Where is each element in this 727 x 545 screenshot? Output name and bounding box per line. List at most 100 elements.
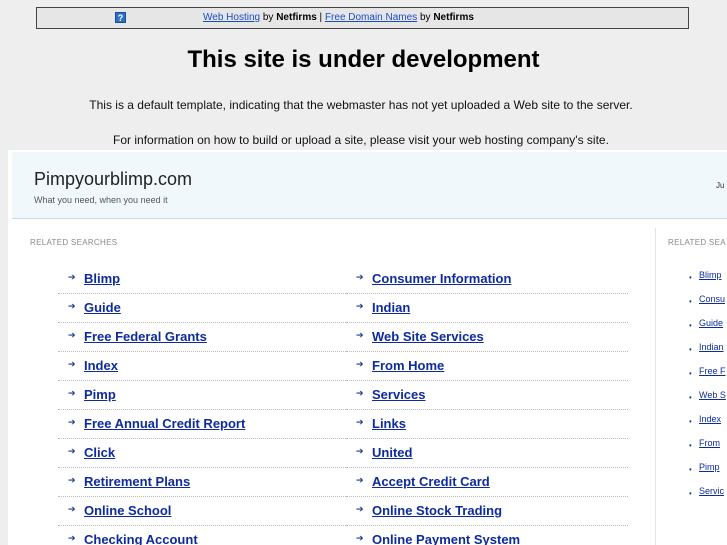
sidebar-search-link[interactable]: Free F [699,366,726,376]
related-search-item[interactable]: ➔ Retirement Plans [58,469,346,497]
related-search-item[interactable]: ➔ Guide [58,295,346,323]
sidebar-search-item[interactable]: • Web S [689,390,727,414]
bullet-icon: • [689,369,692,378]
related-searches-label-right: RELATED SEA [668,238,726,247]
related-search-link[interactable]: Services [372,387,426,402]
sidebar-search-link[interactable]: Guide [699,318,723,328]
notice-line-1: This is a default template, indicating t… [89,98,633,112]
sidebar-search-link[interactable]: From [699,438,720,448]
arrow-right-icon: ➔ [68,533,76,543]
bullet-icon: • [689,441,692,450]
bullet-icon: • [689,393,692,402]
sidebar-search-item[interactable]: • Blimp [689,270,727,294]
arrow-right-icon: ➔ [68,446,76,456]
arrow-right-icon: ➔ [68,504,76,514]
arrow-right-icon: ➔ [356,272,364,282]
related-search-item[interactable]: ➔ Checking Account [58,527,346,545]
arrow-right-icon: ➔ [356,446,364,456]
arrow-right-icon: ➔ [68,330,76,340]
related-search-link[interactable]: Indian [372,300,410,315]
bullet-icon: • [689,465,692,474]
related-search-item[interactable]: ➔ Indian [346,295,628,323]
related-search-item[interactable]: ➔ Links [346,411,628,439]
hosting-banner: ? Web Hosting by Netfirms | Free Domain … [36,7,689,29]
sidebar-search-item[interactable]: • From [689,438,727,462]
related-list-sidebar: • Blimp • Consu • Guide • Indian • Free F • Web S • I… [689,270,727,510]
sidebar-search-item[interactable]: • Pimp [689,462,727,486]
related-search-link[interactable]: Online Payment System [372,532,520,545]
sidebar-search-link[interactable]: Blimp [699,270,722,280]
bullet-icon: • [689,321,692,330]
related-search-item[interactable]: ➔ Online Stock Trading [346,498,628,526]
related-search-link[interactable]: From Home [372,358,444,373]
related-search-item[interactable]: ➔ Index [58,353,346,381]
related-search-item[interactable]: ➔ Pimp [58,382,346,410]
arrow-right-icon: ➔ [68,359,76,369]
related-search-item[interactable]: ➔ Online School [58,498,346,526]
related-search-link[interactable]: Click [84,445,115,460]
related-search-link[interactable]: Accept Credit Card [372,474,490,489]
related-search-link[interactable]: Pimp [84,387,116,402]
banner-brand-2: Netfirms [433,12,474,23]
related-search-item[interactable]: ➔ Accept Credit Card [346,469,628,497]
site-tagline: What you need, when you need it [34,195,168,205]
site-title[interactable]: Pimpyourblimp.com [34,169,192,190]
sidebar-search-link[interactable]: Pimp [699,462,720,472]
banner-by-1: by [260,12,277,23]
arrow-right-icon: ➔ [356,388,364,398]
bullet-icon: • [689,345,692,354]
related-search-item[interactable]: ➔ Consumer Information [346,266,628,294]
related-search-item[interactable]: ➔ Services [346,382,628,410]
column-divider [655,228,656,545]
arrow-right-icon: ➔ [356,533,364,543]
related-search-item[interactable]: ➔ Blimp [58,266,346,294]
free-domain-names-link[interactable]: Free Domain Names [325,12,417,23]
related-search-link[interactable]: Free Federal Grants [84,329,207,344]
sidebar-search-link[interactable]: Web S [699,390,726,400]
sidebar-search-item[interactable]: • Consu [689,294,727,318]
related-search-item[interactable]: ➔ From Home [346,353,628,381]
notice-line-2: For information on how to build or uploa… [113,133,609,147]
sidebar-search-item[interactable]: • Indian [689,342,727,366]
related-search-link[interactable]: Consumer Information [372,271,511,286]
related-search-link[interactable]: Online School [84,503,171,518]
page-heading: This site is under development [187,46,540,73]
arrow-right-icon: ➔ [356,417,364,427]
banner-brand-1: Netfirms [276,12,317,23]
related-search-item[interactable]: ➔ Free Federal Grants [58,324,346,352]
bullet-icon: • [689,273,692,282]
sidebar-search-item[interactable]: • Index [689,414,727,438]
related-search-item[interactable]: ➔ Web Site Services [346,324,628,352]
sidebar-search-item[interactable]: • Free F [689,366,727,390]
related-search-item[interactable]: ➔ Click [58,440,346,468]
related-search-item[interactable]: ➔ Free Annual Credit Report [58,411,346,439]
sidebar-search-link[interactable]: Servic [699,486,724,496]
web-hosting-link[interactable]: Web Hosting [203,12,260,23]
related-search-link[interactable]: Online Stock Trading [372,503,502,518]
sidebar-search-link[interactable]: Index [699,414,721,424]
arrow-right-icon: ➔ [68,388,76,398]
sidebar-search-link[interactable]: Indian [699,342,724,352]
question-icon[interactable]: ? [115,12,126,23]
arrow-right-icon: ➔ [68,301,76,311]
sidebar-search-item[interactable]: • Servic [689,486,727,510]
sidebar-search-item[interactable]: • Guide [689,318,727,342]
related-search-link[interactable]: Guide [84,300,121,315]
related-search-link[interactable]: Web Site Services [372,329,484,344]
banner-separator: | [316,12,325,23]
bullet-icon: • [689,489,692,498]
related-search-item[interactable]: ➔ Online Payment System [346,527,628,545]
related-search-link[interactable]: Links [372,416,406,431]
related-search-link[interactable]: Index [84,358,118,373]
related-search-link[interactable]: Blimp [84,271,120,286]
date-fragment: Ju [716,181,725,190]
related-list-right: ➔ Consumer Information ➔ Indian ➔ Web Site Se… [346,266,628,545]
related-search-link[interactable]: Free Annual Credit Report [84,416,245,431]
related-searches-label: RELATED SEARCHES [30,238,118,247]
arrow-right-icon: ➔ [356,475,364,485]
related-search-link[interactable]: Retirement Plans [84,474,190,489]
sidebar-search-link[interactable]: Consu [699,294,725,304]
related-search-link[interactable]: Checking Account [84,532,198,545]
related-search-link[interactable]: United [372,445,412,460]
related-search-item[interactable]: ➔ United [346,440,628,468]
